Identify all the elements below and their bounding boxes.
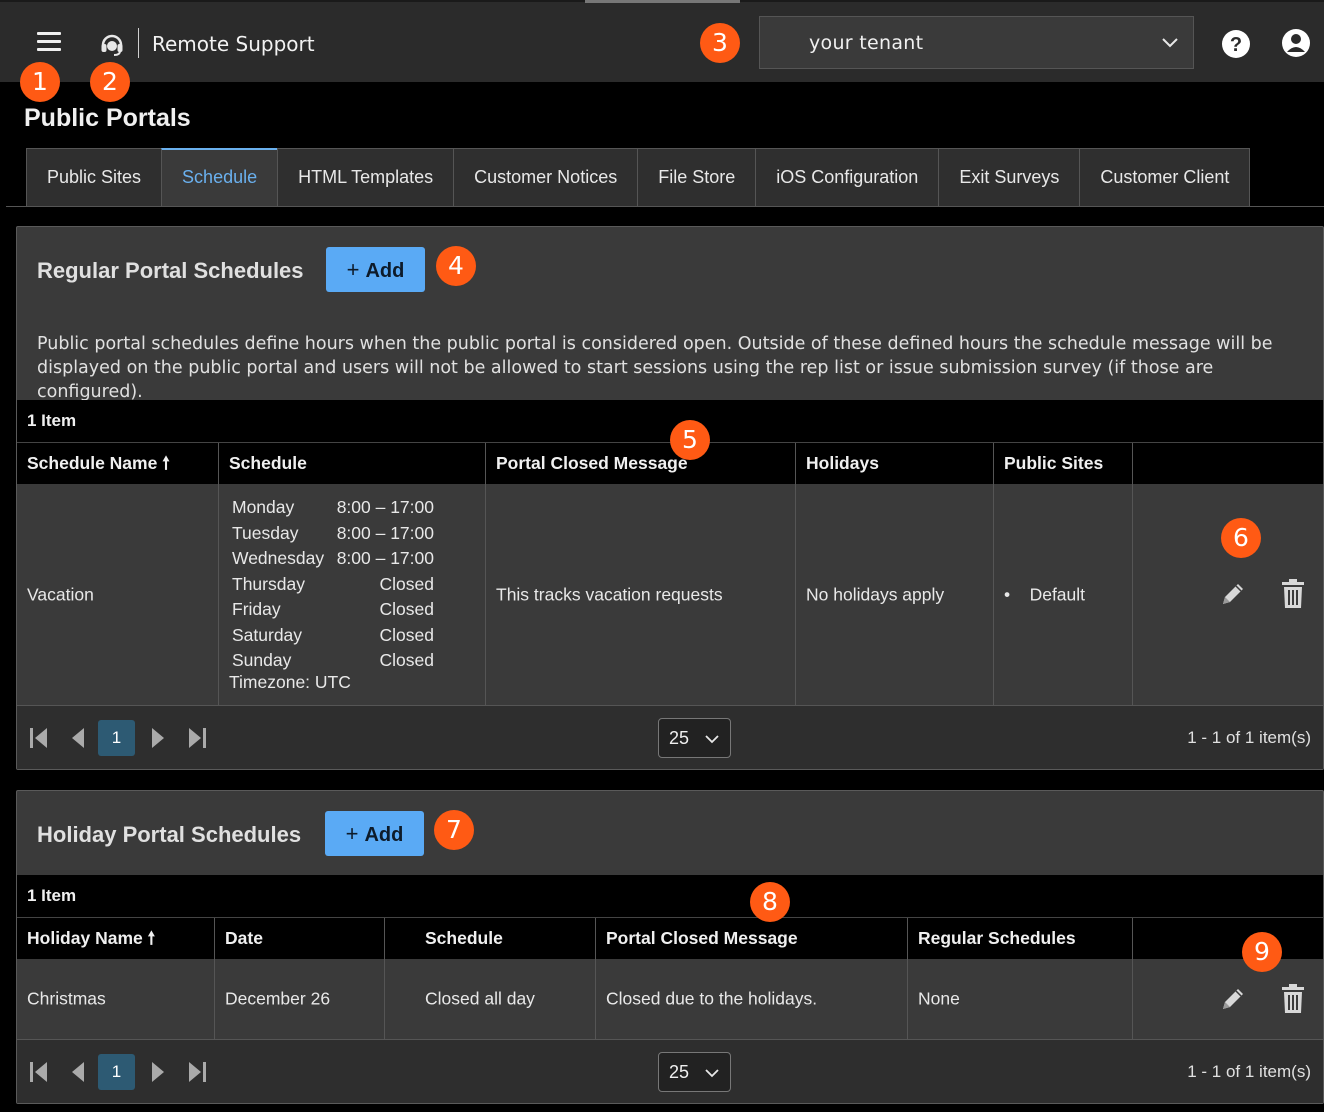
headset-icon	[101, 34, 123, 56]
tab-customer-notices[interactable]: Customer Notices	[453, 148, 638, 207]
holiday-schedules-title: Holiday Portal Schedules	[37, 822, 302, 847]
current-page[interactable]: 1	[98, 1054, 135, 1090]
schedule-name-cell: Vacation	[27, 584, 94, 604]
header-divider	[138, 28, 139, 58]
last-page-icon[interactable]	[185, 726, 209, 750]
callout-badge-3: 3	[700, 23, 740, 63]
holiday-schedule-cell: Closed all day	[425, 988, 535, 1009]
column-header-holiday-name[interactable]: Holiday Name 🠕	[17, 918, 215, 959]
tab-public-sites[interactable]: Public Sites	[26, 148, 162, 207]
app-title: Remote Support	[152, 32, 315, 56]
edit-pencil-icon[interactable]	[1218, 579, 1248, 609]
page-title: Public Portals	[24, 104, 191, 132]
callout-badge-1: 1	[20, 62, 60, 102]
first-page-icon[interactable]	[27, 1060, 51, 1084]
tenant-selector[interactable]: your tenant	[759, 16, 1194, 69]
tab-bar: Public Sites Schedule HTML Templates Cus…	[26, 148, 1251, 207]
current-page[interactable]: 1	[98, 720, 135, 756]
edit-pencil-icon[interactable]	[1218, 984, 1248, 1014]
weekly-hours-list: Monday 8:00 – 17:00 Tuesday 8:00 – 17:00 W…	[232, 497, 434, 670]
delete-trash-icon[interactable]	[1280, 579, 1306, 609]
add-label: Add	[364, 824, 404, 846]
chevron-down-icon	[705, 1069, 719, 1078]
tab-file-store[interactable]: File Store	[637, 148, 756, 207]
first-page-icon[interactable]	[27, 726, 51, 750]
add-label: Add	[365, 260, 405, 282]
column-header-schedule[interactable]: Schedule	[385, 918, 596, 959]
regular-schedules-title: Regular Portal Schedules	[37, 258, 304, 283]
column-header-portal-closed-message[interactable]: Portal Closed Message	[486, 443, 796, 484]
public-sites-cell: • Default	[1004, 584, 1086, 604]
holiday-schedules-panel: Holiday Portal Schedules + Add 1 Item Hol…	[16, 790, 1324, 1104]
column-header-date[interactable]: Date	[215, 918, 385, 959]
regular-schedules-panel: Regular Portal Schedules + Add Public por…	[16, 226, 1324, 770]
window-notch	[585, 0, 740, 3]
page-size-select[interactable]: 25	[658, 718, 731, 758]
holiday-pagination: 1 25 1 - 1 of 1 item(s)	[17, 1039, 1323, 1103]
add-holiday-schedule-button[interactable]: + Add	[325, 811, 424, 856]
user-account-icon[interactable]	[1281, 28, 1311, 58]
holidays-cell: No holidays apply	[806, 584, 945, 604]
callout-badge-9: 9	[1242, 932, 1282, 972]
next-page-icon[interactable]	[145, 726, 169, 750]
help-icon[interactable]: ?	[1221, 29, 1251, 59]
chevron-down-icon	[705, 735, 719, 744]
tab-underline	[6, 206, 1324, 207]
tab-ios-configuration[interactable]: iOS Configuration	[755, 148, 939, 207]
regular-pagination: 1 25 1 - 1 of 1 item(s)	[17, 705, 1323, 769]
timezone-label: Timezone: UTC	[229, 672, 351, 692]
sort-ascending-icon: 🠕	[162, 453, 170, 473]
table-row: Christmas December 26 Closed all day Clo…	[17, 959, 1323, 1039]
callout-badge-7: 7	[434, 810, 474, 850]
holiday-table-header: Holiday Name 🠕 Date Schedule Portal Clos…	[17, 917, 1323, 959]
holiday-name-cell: Christmas	[27, 988, 106, 1009]
svg-text:?: ?	[1230, 34, 1242, 56]
callout-badge-5: 5	[670, 420, 710, 460]
callout-badge-2: 2	[90, 62, 130, 102]
top-bar: Remote Support your tenant ?	[0, 0, 1324, 82]
add-regular-schedule-button[interactable]: + Add	[326, 247, 425, 292]
tab-exit-surveys[interactable]: Exit Surveys	[938, 148, 1080, 207]
last-page-icon[interactable]	[185, 1060, 209, 1084]
tab-schedule[interactable]: Schedule	[161, 148, 278, 207]
regular-schedules-description: Public portal schedules define hours whe…	[37, 334, 1273, 402]
callout-badge-4: 4	[436, 246, 476, 286]
plus-icon: +	[345, 821, 359, 846]
column-header-public-sites[interactable]: Public Sites	[994, 443, 1133, 484]
table-row: Vacation Monday 8:00 – 17:00 Tuesday 8:00 …	[17, 484, 1323, 705]
chevron-down-icon	[1162, 38, 1178, 48]
next-page-icon[interactable]	[145, 1060, 169, 1084]
callout-badge-6: 6	[1221, 518, 1261, 558]
page-size-select[interactable]: 25	[658, 1052, 731, 1092]
column-header-regular-schedules[interactable]: Regular Schedules	[908, 918, 1133, 959]
closed-message-cell: Closed due to the holidays.	[606, 988, 818, 1009]
column-header-portal-closed-message[interactable]: Portal Closed Message	[596, 918, 908, 959]
plus-icon: +	[346, 257, 360, 282]
sort-ascending-icon: 🠕	[147, 928, 156, 948]
previous-page-icon[interactable]	[67, 1060, 91, 1084]
column-header-holidays[interactable]: Holidays	[796, 443, 994, 484]
regular-schedules-cell: None	[918, 988, 960, 1009]
item-count: 1 Item	[17, 875, 1323, 917]
date-cell: December 26	[225, 988, 331, 1009]
menu-icon[interactable]	[37, 32, 61, 52]
pagination-info: 1 - 1 of 1 item(s)	[1187, 1062, 1311, 1081]
schedule-cell: Monday 8:00 – 17:00 Tuesday 8:00 – 17:00 W…	[219, 484, 486, 705]
column-header-schedule-name[interactable]: Schedule Name 🠕	[17, 443, 219, 484]
tenant-value: your tenant	[809, 32, 924, 54]
tab-customer-client[interactable]: Customer Client	[1079, 148, 1251, 207]
pagination-info: 1 - 1 of 1 item(s)	[1187, 728, 1311, 747]
tab-html-templates[interactable]: HTML Templates	[277, 148, 454, 207]
delete-trash-icon[interactable]	[1280, 984, 1306, 1014]
column-header-schedule[interactable]: Schedule	[219, 443, 486, 484]
callout-badge-8: 8	[750, 882, 790, 922]
closed-message-cell: This tracks vacation requests	[496, 584, 723, 604]
regular-table-header: Schedule Name 🠕 Schedule Portal Closed M…	[17, 442, 1323, 484]
previous-page-icon[interactable]	[67, 726, 91, 750]
